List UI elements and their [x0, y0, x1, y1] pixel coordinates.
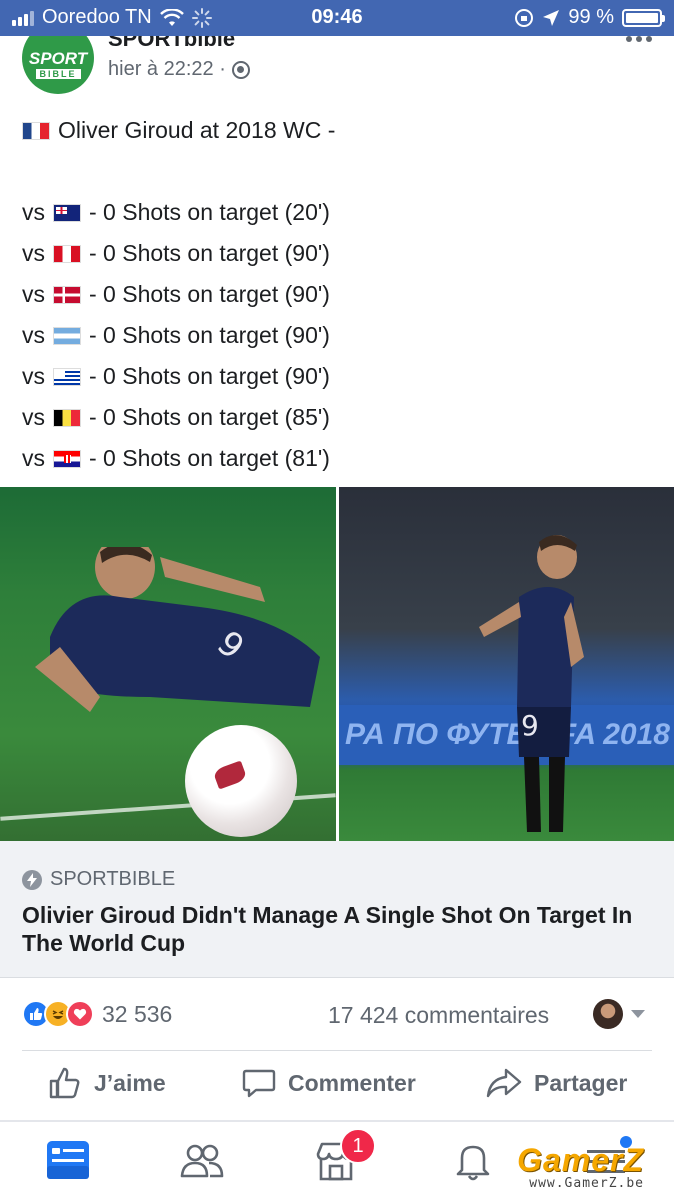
photo-player-standing[interactable]: РА ПО ФУТБ ИFA 2018 9 [339, 487, 674, 841]
vs-label: vs [22, 322, 45, 348]
stat-line: vs - 0 Shots on target (20') [22, 192, 335, 233]
thumbs-up-icon [49, 1067, 80, 1099]
stat-line: vs - 0 Shots on target (85') [22, 397, 335, 438]
link-preview-card[interactable]: SPORTBIBLE Olivier Giroud Didn't Manage … [0, 841, 674, 978]
jersey-number: 9 [521, 709, 539, 742]
battery-icon [622, 8, 665, 27]
denmark-flag-icon [53, 285, 81, 304]
link-title[interactable]: Olivier Giroud Didn't Manage A Single Sh… [22, 901, 642, 957]
instant-article-bolt-icon [22, 869, 42, 890]
comment-bubble-icon [242, 1069, 276, 1098]
share-button[interactable]: Partager [486, 1066, 627, 1100]
stat-text: - 0 Shots on target (90') [89, 322, 330, 348]
post-photos[interactable]: 9 РА ПО ФУТБ ИFA 2018 9 [0, 487, 674, 841]
argentina-flag-icon [53, 326, 81, 345]
photo-player-on-ground[interactable]: 9 [0, 487, 336, 841]
croatia-flag-icon [53, 449, 81, 468]
stat-text: - 0 Shots on target (90') [89, 281, 330, 307]
like-label: J’aime [94, 1069, 166, 1096]
reaction-count: 32 536 [102, 1000, 173, 1027]
reactions-summary[interactable]: 32 536 [22, 1000, 172, 1028]
vs-label: vs [22, 240, 45, 266]
vs-label: vs [22, 199, 45, 225]
marketplace-badge: 1 [340, 1128, 376, 1164]
globe-icon [231, 60, 250, 79]
commenter-selector[interactable] [593, 999, 645, 1029]
stat-text: - 0 Shots on target (20') [89, 199, 330, 225]
belgium-flag-icon [53, 408, 81, 427]
france-flag-icon [22, 121, 50, 140]
link-source: SPORTBIBLE [22, 868, 175, 891]
football [185, 725, 297, 837]
headline-text: Oliver Giroud at 2018 WC - [58, 117, 336, 143]
friends-icon [180, 1144, 224, 1178]
player-standing-illustration: 9 [479, 535, 584, 832]
news-feed-icon [47, 1141, 89, 1179]
avatar-logo-text: SPORT [28, 49, 88, 68]
share-arrow-icon [486, 1068, 522, 1098]
vs-label: vs [22, 445, 45, 471]
player-lying-illustration: 9 [35, 547, 320, 712]
vs-label: vs [22, 404, 45, 430]
australia-flag-icon [53, 203, 81, 222]
stat-text: - 0 Shots on target (81') [89, 445, 330, 471]
status-bar: Ooredoo TN 09:46 99 % [0, 0, 674, 36]
post-timestamp[interactable]: hier à 22:22 · [108, 58, 250, 81]
comment-button[interactable]: Commenter [242, 1066, 416, 1100]
post-actions: J’aime Commenter Partager [0, 1056, 674, 1118]
divider [22, 1050, 652, 1051]
share-label: Partager [534, 1069, 628, 1096]
watermark-brand: GamerZ [517, 1142, 644, 1178]
tab-news-feed[interactable] [45, 1138, 91, 1184]
like-button[interactable]: J’aime [48, 1066, 166, 1100]
post-text: Oliver Giroud at 2018 WC - vs - 0 Shots … [22, 110, 335, 479]
post-headline: Oliver Giroud at 2018 WC - [22, 110, 335, 151]
avatar-logo-subtext: BIBLE [35, 69, 81, 79]
stat-line: vs - 0 Shots on target (81') [22, 438, 335, 479]
stat-line: vs - 0 Shots on target (90') [22, 233, 335, 274]
comment-label: Commenter [288, 1069, 416, 1096]
gamerz-watermark: GamerZ www.GamerZ.be [486, 1142, 662, 1194]
battery-percent: 99 % [568, 6, 614, 28]
page-avatar[interactable]: SPORT BIBLE [22, 36, 94, 94]
comment-count-link[interactable]: 17 424 commentaires [328, 1000, 549, 1030]
commenter-avatar [593, 999, 623, 1029]
stat-text: - 0 Shots on target (90') [89, 240, 330, 266]
watermark-url: www.GamerZ.be [529, 1176, 644, 1191]
vs-label: vs [22, 363, 45, 389]
uruguay-flag-icon [53, 367, 81, 386]
orientation-lock-icon [515, 8, 534, 27]
link-source-text: SPORTBIBLE [50, 868, 176, 890]
tab-friends[interactable] [179, 1138, 225, 1184]
location-arrow-icon [543, 9, 560, 26]
stat-line: vs - 0 Shots on target (90') [22, 274, 335, 315]
stat-text: - 0 Shots on target (85') [89, 404, 330, 430]
timestamp-text: hier à 22:22 · [108, 58, 226, 80]
vs-label: vs [22, 281, 45, 307]
stat-text: - 0 Shots on target (90') [89, 363, 330, 389]
more-options-button[interactable] [626, 36, 652, 42]
stat-line: vs - 0 Shots on target (90') [22, 356, 335, 397]
stat-line: vs - 0 Shots on target (90') [22, 315, 335, 356]
caret-down-icon [631, 1010, 645, 1018]
peru-flag-icon [53, 244, 81, 263]
love-icon [66, 1000, 94, 1028]
